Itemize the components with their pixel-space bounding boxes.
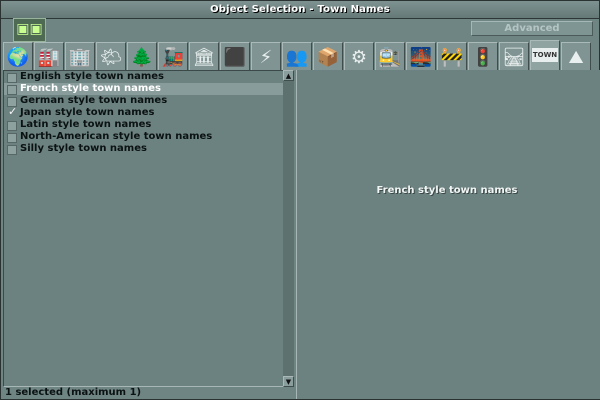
checkbox[interactable] [7,85,17,95]
scroll-down-button[interactable]: ▼ [283,376,294,387]
checkbox[interactable] [7,121,17,131]
list-item[interactable]: Latin style town names [4,119,283,131]
list-item-label: North-American style town names [20,131,213,142]
title-bar[interactable]: Object Selection - Town Names [1,1,599,19]
tab-town[interactable]: TOWN [530,40,560,70]
train-icon-tab[interactable]: ▣▣ [13,18,46,42]
tab-terrain[interactable]: ⬛ [220,42,250,70]
object-selection-window: Object Selection - Town Names ▣▣ 🌍 🏭 🏢 🌤 🌲 🚂 🏛… [0,0,600,400]
tab-houses[interactable]: 🏢 [65,42,95,70]
signals-icon: 🚦 [471,47,495,68]
town-names-list[interactable]: English style town names French style tow… [3,70,284,387]
tab-electric[interactable]: ⚡ [251,42,281,70]
railway-icon: ▣▣ [16,21,43,37]
town-icon: TOWN [531,48,559,62]
houses-icon: 🏢 [68,47,92,68]
config-icon: ⚙ [350,47,368,68]
list-item-label: English style town names [20,71,164,82]
list-item-label: German style town names [20,95,168,106]
list-item[interactable]: German style town names [4,95,283,107]
bridges-icon: 🌉 [409,47,433,68]
info-panel: French style town names [296,70,600,399]
checkbox[interactable] [7,133,17,143]
scroll-up-button[interactable]: ▲ [283,70,294,81]
window-title: Object Selection - Town Names [210,4,390,15]
tab-signals[interactable]: 🚦 [468,42,498,70]
tab-road-signs[interactable]: 🚧 [437,42,467,70]
stations-icon: 🏛 [192,47,216,68]
selection-status: 1 selected (maximum 1) [5,387,142,398]
selected-item-description: French style town names [376,185,518,196]
list-item-label: Silly style town names [20,143,147,154]
tab-bridges[interactable]: 🌉 [406,42,436,70]
advanced-button[interactable]: Advanced [471,21,593,36]
tab-trees[interactable]: 🌲 [127,42,157,70]
tab-stations[interactable]: 🏛 [189,42,219,70]
tab-track[interactable]: 🛤 [499,42,529,70]
tab-passengers[interactable]: 🚉 [375,42,405,70]
tab-people[interactable]: 👥 [282,42,312,70]
cargo-icon: 📦 [316,47,340,68]
people-icon: 👥 [285,47,309,68]
list-item[interactable]: Silly style town names [4,143,283,155]
tab-cargo[interactable]: 📦 [313,42,343,70]
list-item[interactable]: North-American style town names [4,131,283,143]
world-icon: 🌍 [6,47,30,68]
terrain-icon: ⬛ [223,47,247,68]
road-signs-icon: 🚧 [440,47,464,68]
tab-world[interactable]: 🌍 [3,42,33,70]
hills-icon: ⛰ [568,47,584,68]
list-item[interactable]: ✓ Japan style town names [4,106,283,119]
checkmark-icon[interactable]: ✓ [8,106,17,118]
track-icon: 🛤 [502,47,526,68]
trains-icon: 🚂 [161,47,185,68]
tab-industries[interactable]: 🏭 [34,42,64,70]
list-item[interactable]: French style town names [4,83,283,95]
checkbox[interactable] [7,145,17,155]
passengers-icon: 🚉 [378,47,402,68]
tab-config[interactable]: ⚙ [344,42,374,70]
list-item-label: Japan style town names [20,107,155,118]
list-item-label: French style town names [20,83,162,94]
climate-icon: 🌤 [99,47,123,68]
tab-hills[interactable]: ⛰ [561,42,591,70]
list-item-label: Latin style town names [20,119,152,130]
trees-icon: 🌲 [130,47,154,68]
industries-icon: 🏭 [37,47,61,68]
electric-icon: ⚡ [259,47,273,68]
checkbox[interactable] [7,73,17,83]
tab-climate[interactable]: 🌤 [96,42,126,70]
tab-trains[interactable]: 🚂 [158,42,188,70]
list-scrollbar[interactable]: ▲ ▼ [283,70,294,387]
list-item[interactable]: English style town names [4,71,283,83]
content-area: English style town names French style tow… [3,70,600,399]
